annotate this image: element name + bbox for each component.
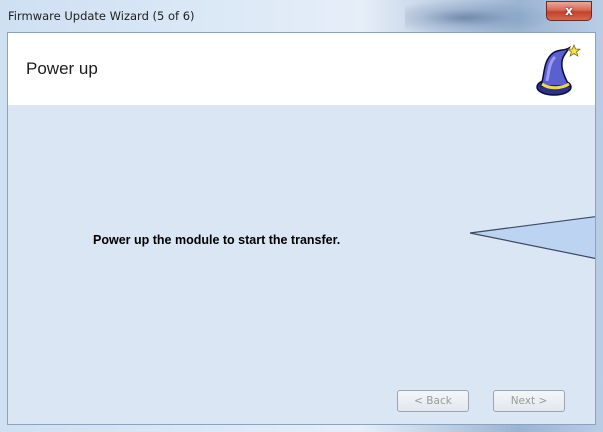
wizard-client-area: Power up Power up the module to start th… <box>7 32 596 425</box>
window-frame: Firmware Update Wizard (5 of 6) x Power … <box>0 0 603 432</box>
wizard-body: Power up the module to start the transfe… <box>8 105 595 424</box>
title-bar-glass-decoration <box>405 0 555 32</box>
close-icon: x <box>565 4 573 18</box>
callout-pointer <box>469 216 595 259</box>
instruction-text: Power up the module to start the transfe… <box>93 233 341 247</box>
window-title: Firmware Update Wizard (5 of 6) <box>8 9 195 23</box>
close-button[interactable]: x <box>546 1 592 21</box>
wizard-header: Power up <box>8 33 595 105</box>
title-bar[interactable]: Firmware Update Wizard (5 of 6) x <box>0 0 603 32</box>
back-button[interactable]: < Back <box>397 390 469 412</box>
page-title: Power up <box>26 59 98 78</box>
next-button[interactable]: Next > <box>493 390 565 412</box>
wizard-hat-icon <box>536 43 581 96</box>
